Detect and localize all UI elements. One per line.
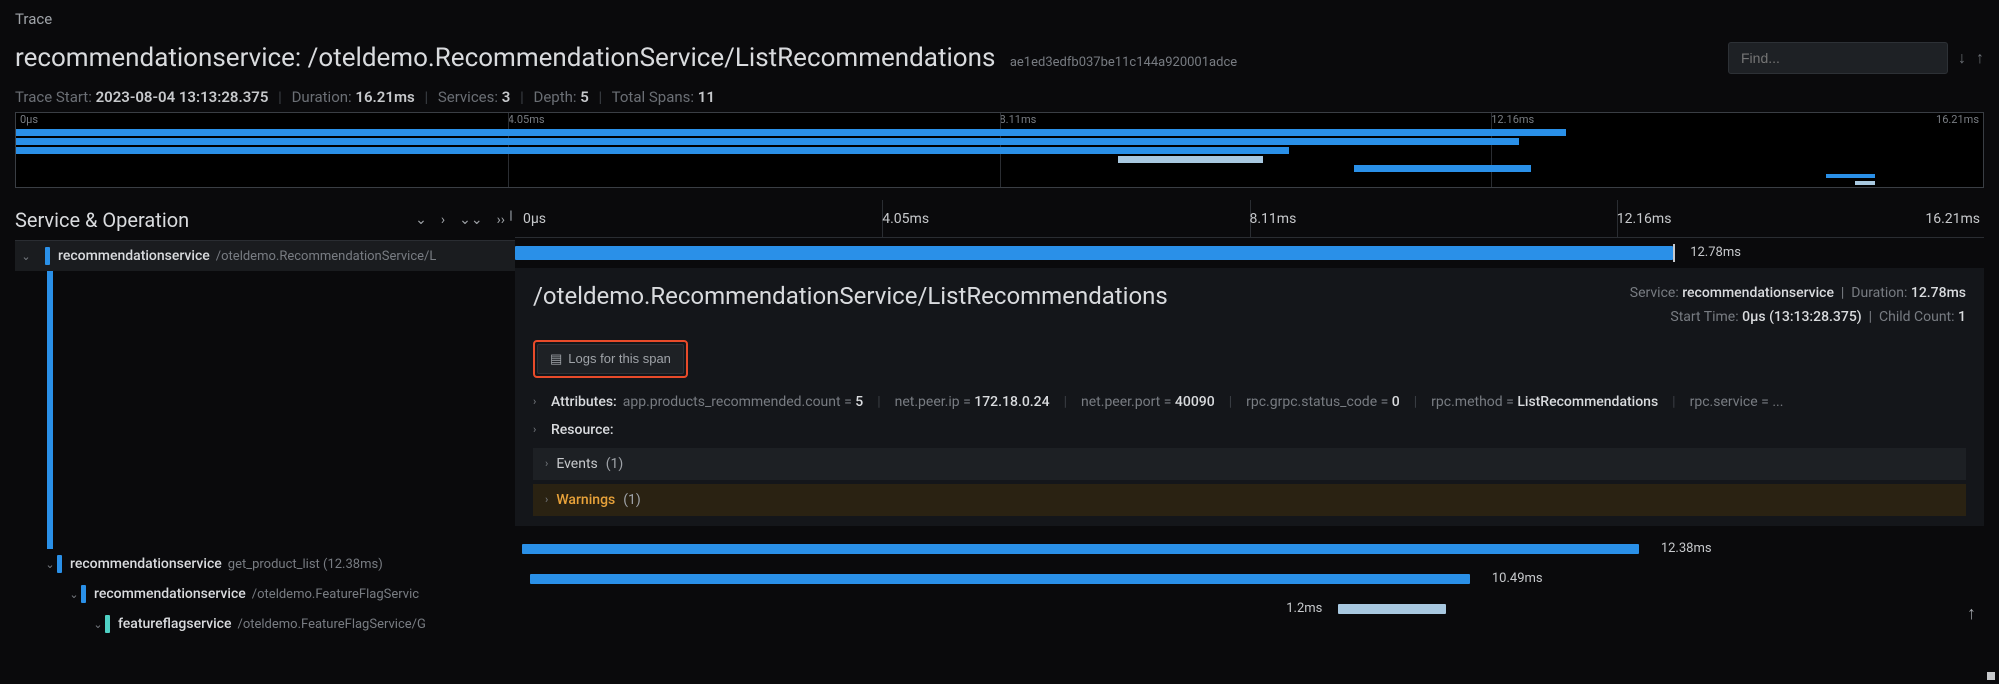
warnings-section[interactable]: › Warnings (1) <box>533 484 1966 516</box>
timeline-tick: 4.05ms <box>882 211 929 227</box>
logs-for-span-button[interactable]: ▤ Logs for this span <box>537 344 684 374</box>
trace-title: recommendationservice: /oteldemo.Recomme… <box>15 43 1002 73</box>
timeline-header: || 0µs 4.05ms 8.11ms 12.16ms 16.21ms <box>515 200 1984 238</box>
collapse-one-icon[interactable]: ⌄⌄ <box>459 212 482 228</box>
highlight-annotation: ▤ Logs for this span <box>533 340 688 378</box>
span-bar-row[interactable]: 12.78ms <box>515 238 1984 268</box>
minimap-tick: 16.21ms <box>1936 113 1979 126</box>
trace-id: ae1ed3edfb037be11c144a920001adce <box>1010 55 1237 70</box>
timeline-tick: 12.16ms <box>1617 211 1672 227</box>
timeline-tick: 0µs <box>523 211 546 227</box>
minimap-tick: 12.16ms <box>1491 113 1534 126</box>
selected-span-marker <box>47 271 53 549</box>
minimap-span <box>16 147 1289 154</box>
span-tree-row[interactable]: ⌄ recommendationservice get_product_list… <box>15 549 515 579</box>
trace-header: recommendationservice: /oteldemo.Recomme… <box>15 42 1984 74</box>
span-bar-row[interactable]: 10.49ms <box>515 564 1984 594</box>
minimap-span <box>1354 165 1531 172</box>
scroll-up-icon[interactable]: ↑ <box>1967 603 1976 624</box>
expand-all-icon[interactable]: ›› <box>497 212 505 228</box>
find-prev-icon[interactable]: ↑ <box>1976 48 1984 68</box>
minimap-tick: 4.05ms <box>508 113 545 126</box>
minimap-tick: 8.11ms <box>1000 113 1037 126</box>
minimap-span <box>1118 156 1264 163</box>
attributes-row[interactable]: › Attributes: app.products_recommended.c… <box>533 388 1966 416</box>
minimap-tick: 0µs <box>20 113 38 126</box>
span-duration: 12.78ms <box>1690 245 1741 260</box>
span-detail-panel: /oteldemo.RecommendationService/ListReco… <box>515 268 1984 526</box>
timeline-tick: 8.11ms <box>1250 211 1297 227</box>
trace-minimap[interactable]: 0µs 4.05ms 8.11ms 12.16ms 16.21ms <box>15 112 1984 188</box>
logs-icon: ▤ <box>550 351 562 367</box>
collapse-all-icon[interactable]: ⌄ <box>415 212 427 228</box>
chevron-down-icon[interactable]: ⌄ <box>19 250 33 263</box>
find-input[interactable] <box>1728 42 1948 74</box>
pane-resize-handle[interactable]: || <box>509 208 511 222</box>
span-tree-row[interactable]: ⌄ recommendationservice /oteldemo.Featur… <box>15 579 515 609</box>
span-bar-row[interactable]: 1.2ms <box>515 594 1984 624</box>
minimap-span <box>1855 181 1875 185</box>
chevron-right-icon[interactable]: › <box>533 395 545 408</box>
timeline-tick: 16.21ms <box>1925 211 1980 227</box>
span-tree-row[interactable]: ⌄ featureflagservice /oteldemo.FeatureFl… <box>15 609 515 639</box>
service-operation-header: Service & Operation <box>15 208 189 232</box>
span-bar-row[interactable]: 12.38ms <box>515 534 1984 564</box>
minimap-span <box>1826 174 1875 178</box>
trace-meta: Trace Start: 2023-08-04 13:13:28.375 | D… <box>15 88 1984 106</box>
span-tree-row[interactable]: ⌄ recommendationservice /oteldemo.Recomm… <box>15 241 515 271</box>
span-detail-title: /oteldemo.RecommendationService/ListReco… <box>533 282 1168 310</box>
minimap-span <box>16 129 1566 136</box>
span-duration: 12.38ms <box>1661 541 1712 556</box>
find-next-icon[interactable]: ↓ <box>1958 48 1966 68</box>
expand-one-icon[interactable]: › <box>441 212 445 228</box>
chevron-down-icon[interactable]: ⌄ <box>67 588 81 601</box>
chevron-right-icon[interactable]: › <box>533 423 545 436</box>
minimap-span <box>16 138 1519 145</box>
resize-grip-icon[interactable] <box>1987 672 1995 680</box>
chevron-down-icon[interactable]: ⌄ <box>43 558 57 571</box>
page-label: Trace <box>15 10 1984 28</box>
span-duration: 1.2ms <box>1286 601 1322 616</box>
events-section[interactable]: › Events (1) <box>533 448 1966 480</box>
chevron-down-icon[interactable]: ⌄ <box>91 618 105 631</box>
chevron-right-icon[interactable]: › <box>545 493 548 506</box>
resource-row[interactable]: › Resource: <box>533 416 1966 444</box>
span-duration: 10.49ms <box>1492 571 1543 586</box>
chevron-right-icon[interactable]: › <box>545 457 548 470</box>
